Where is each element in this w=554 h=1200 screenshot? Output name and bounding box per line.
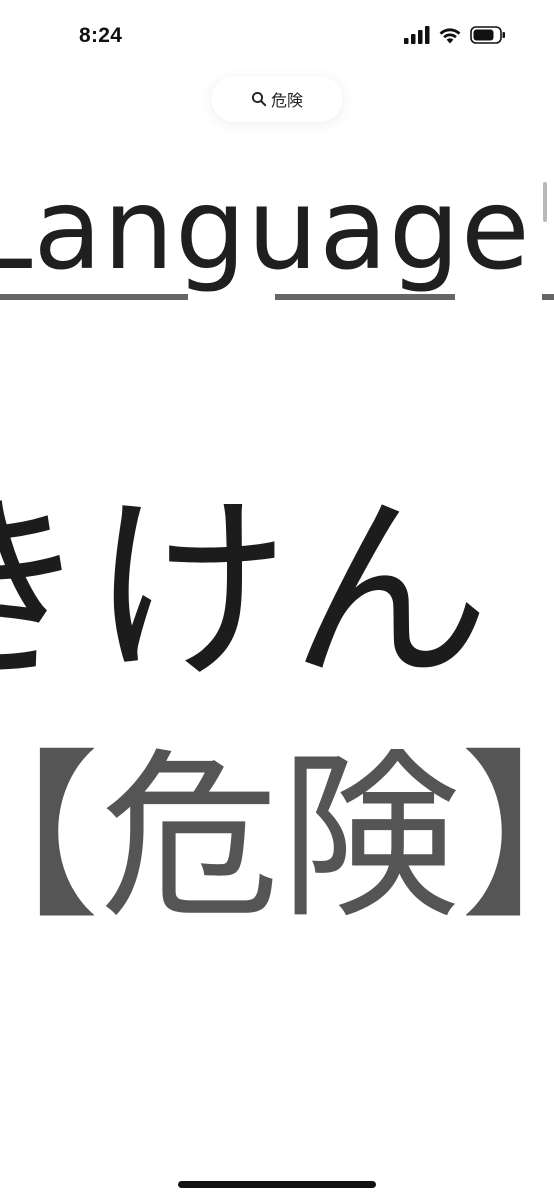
status-icons — [404, 26, 506, 48]
wifi-icon — [438, 26, 462, 48]
search-icon — [251, 91, 267, 107]
home-indicator[interactable] — [178, 1181, 376, 1188]
cellular-signal-icon — [404, 26, 430, 48]
page-content: Language きけん 【危険】 — [0, 140, 554, 1170]
status-time: 8:24 — [79, 24, 123, 47]
reading-kana: きけん — [0, 475, 491, 708]
status-bar: 8:24 — [0, 0, 554, 76]
battery-icon — [470, 26, 506, 48]
heading-underline — [0, 294, 554, 300]
kanji-headword: 【危険】 — [0, 734, 554, 943]
search-bar[interactable]: 危険 — [211, 76, 343, 122]
language-heading-link[interactable]: Language — [0, 160, 531, 300]
search-query: 危険 — [270, 91, 303, 110]
